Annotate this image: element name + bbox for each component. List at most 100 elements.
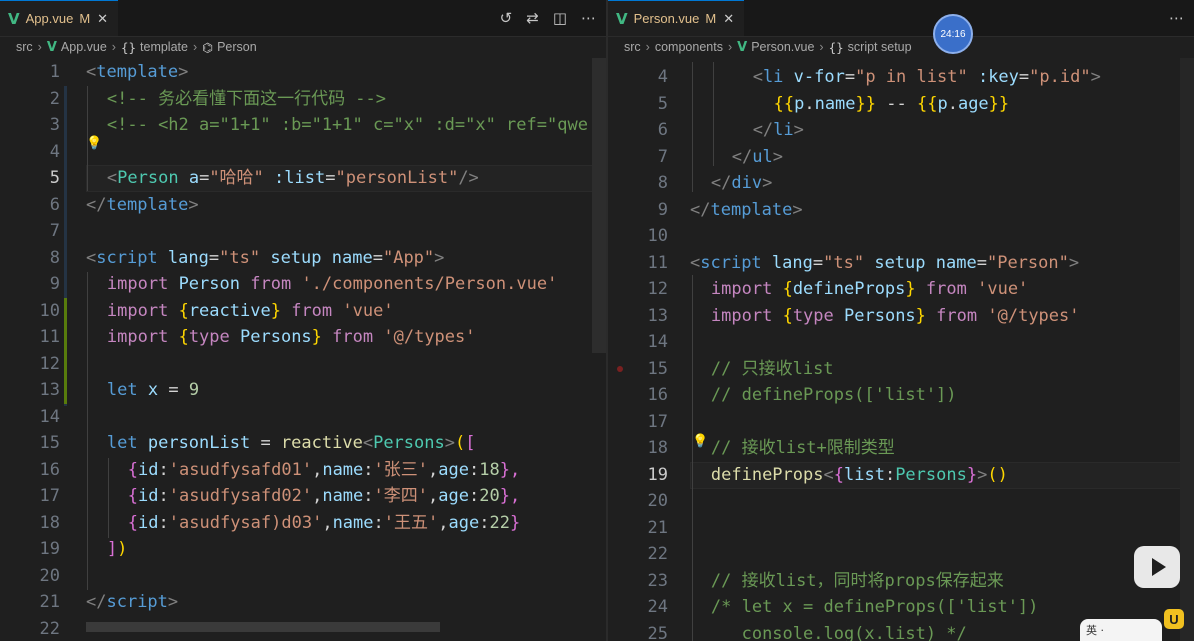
code-line[interactable]: 4 xyxy=(0,139,606,166)
code-line[interactable]: 16 {id:'asudfysafd01',name:'张三',age:18}, xyxy=(0,457,606,484)
code-line[interactable]: 19]) xyxy=(0,536,606,563)
code-line[interactable]: 12 xyxy=(0,351,606,378)
code-line[interactable]: 22 xyxy=(0,616,606,641)
code-line[interactable]: 7 xyxy=(0,218,606,245)
code-line[interactable]: 15 let personList = reactive<Persons>([ xyxy=(0,430,606,457)
code-line[interactable]: 19 defineProps<{list:Persons}>() xyxy=(608,462,1194,489)
code-token: > xyxy=(444,433,455,453)
code-token: , xyxy=(312,459,323,480)
code-token: '@/types' xyxy=(987,305,1080,326)
code-line[interactable]: 20 xyxy=(608,488,1194,515)
code-token: id xyxy=(138,512,159,533)
code-line[interactable]: 8 </div> xyxy=(608,170,1194,197)
code-line[interactable]: 4 <li v-for="p in list" :key="p.id"> xyxy=(608,64,1194,91)
code-line[interactable]: 5 {{p.name}} -- {{p.age}} xyxy=(608,91,1194,118)
code-line[interactable]: 13 import {type Persons} from '@/types' xyxy=(608,303,1194,330)
breadcrumb-component[interactable]: Person xyxy=(217,40,257,54)
code-token: > xyxy=(178,62,189,82)
tab-app-vue[interactable]: V App.vue M ✕ xyxy=(0,0,119,36)
line-number: 19 xyxy=(39,539,60,559)
code-token: :key xyxy=(977,67,1019,87)
code-token: {{ xyxy=(916,93,938,114)
code-token: // 接收list+限制类型 xyxy=(710,438,895,458)
code-token: < xyxy=(86,62,97,82)
code-line[interactable]: 3 <!-- <h2 a="1+1" :b="1+1" c="x" :d="x" … xyxy=(0,112,606,139)
code-token: , xyxy=(312,486,323,506)
code-line[interactable]: 10 import {reactive} from 'vue' xyxy=(0,298,606,325)
code-line[interactable]: 8 <script lang="ts" setup name="App"> xyxy=(0,245,606,272)
code-line[interactable]: 12 import {defineProps} from 'vue' xyxy=(608,276,1194,303)
breadcrumb-file[interactable]: Person.vue xyxy=(751,40,814,54)
history-icon[interactable]: ↺ xyxy=(500,9,513,27)
code-token: list xyxy=(843,464,885,485)
code-line[interactable]: 2 <!-- 务必看懂下面这一行代码 --> xyxy=(0,86,606,113)
code-line[interactable]: 14 xyxy=(608,329,1194,356)
code-token: import xyxy=(106,327,169,347)
close-icon[interactable]: ✕ xyxy=(723,11,734,27)
code-token: = xyxy=(1018,67,1030,87)
code-line[interactable]: 11 import {type Persons} from '@/types' xyxy=(0,324,606,351)
code-line[interactable]: 17 {id:'asudfysafd02',name:'李四',age:20}, xyxy=(0,483,606,510)
more-actions-icon[interactable]: ⋯ xyxy=(581,9,596,27)
code-line[interactable]: 17 xyxy=(608,409,1194,436)
code-line[interactable]: 7 </ul> xyxy=(608,144,1194,171)
line-number: 20 xyxy=(647,491,668,511)
code-line[interactable]: 21 </script> xyxy=(0,589,606,616)
code-line[interactable]: 9 import Person from './components/Person… xyxy=(0,271,606,298)
code-line[interactable]: 9 </template> xyxy=(608,197,1194,224)
code-line[interactable]: 15 // 只接收list xyxy=(608,356,1194,383)
line-number: 9 xyxy=(49,274,60,294)
breadcrumb-section[interactable]: script setup xyxy=(848,40,912,54)
code-line[interactable]: 11 <script lang="ts" setup name="Person"> xyxy=(608,250,1194,277)
code-token: () xyxy=(987,464,1008,485)
code-token: > xyxy=(762,173,773,193)
code-line[interactable]: 14 xyxy=(0,404,606,431)
modified-badge: M xyxy=(705,11,717,26)
vue-file-icon: V xyxy=(8,9,20,28)
code-token: {{ xyxy=(773,93,795,114)
code-token: name xyxy=(332,512,374,533)
line-number: 21 xyxy=(39,592,60,612)
line-number: 11 xyxy=(39,327,60,347)
close-icon[interactable]: ✕ xyxy=(97,11,108,27)
code-token: , xyxy=(428,486,439,506)
code-token: : xyxy=(468,486,480,506)
code-line[interactable]: 5 <Person a="哈哈" :list="personList"/> xyxy=(0,165,606,192)
code-token: let xyxy=(106,433,138,453)
code-line[interactable]: 6 </li> xyxy=(608,117,1194,144)
code-line[interactable]: 18 // 接收list+限制类型 xyxy=(608,435,1194,462)
chevron-right-icon: › xyxy=(111,40,116,54)
code-line[interactable]: 20 xyxy=(0,563,606,590)
code-line[interactable]: 24 /* let x = defineProps(['list']) xyxy=(608,594,1194,621)
code-line[interactable]: 22 xyxy=(608,541,1194,568)
code-token: defineProps xyxy=(710,464,824,485)
code-token: '@/types' xyxy=(383,327,476,347)
compare-changes-icon[interactable]: ⇄ xyxy=(526,9,539,27)
code-line[interactable]: 1 <template> xyxy=(0,59,606,86)
u-badge-icon[interactable]: U xyxy=(1164,609,1184,629)
code-text: </template> xyxy=(690,197,803,224)
code-token: 'vue' xyxy=(342,300,394,321)
breadcrumb-folder[interactable]: components xyxy=(655,40,723,54)
code-text: import {type Persons} from '@/types' xyxy=(711,303,1080,330)
more-actions-icon[interactable]: ⋯ xyxy=(1169,9,1184,27)
code-line[interactable]: 18 {id:'asudfysaf)d03',name:'王五',age:22} xyxy=(0,510,606,537)
code-line[interactable]: 23 // 接收list，同时将props保存起来 xyxy=(608,568,1194,595)
code-line[interactable]: 21 xyxy=(608,515,1194,542)
tab-person-vue[interactable]: V Person.vue M ✕ xyxy=(608,0,745,36)
breadcrumb-file[interactable]: App.vue xyxy=(61,40,107,54)
input-method-indicator[interactable]: 英 · xyxy=(1080,619,1162,641)
code-line[interactable]: 6 </template> xyxy=(0,192,606,219)
breadcrumb-src[interactable]: src xyxy=(16,40,33,54)
code-line[interactable]: 16 // defineProps(['list']) xyxy=(608,382,1194,409)
code-token: console.log(x.list) */ xyxy=(710,623,967,641)
breadcrumb-src[interactable]: src xyxy=(624,40,641,54)
code-line[interactable]: 10 xyxy=(608,223,1194,250)
breadcrumb-section[interactable]: template xyxy=(140,40,188,54)
modified-badge: M xyxy=(79,11,91,26)
code-token: = xyxy=(844,67,856,87)
code-line[interactable]: 13 let x = 9 xyxy=(0,377,606,404)
split-editor-icon[interactable]: ◫ xyxy=(553,9,567,27)
video-player-logo[interactable] xyxy=(1134,546,1180,588)
code-token: < xyxy=(106,168,118,188)
